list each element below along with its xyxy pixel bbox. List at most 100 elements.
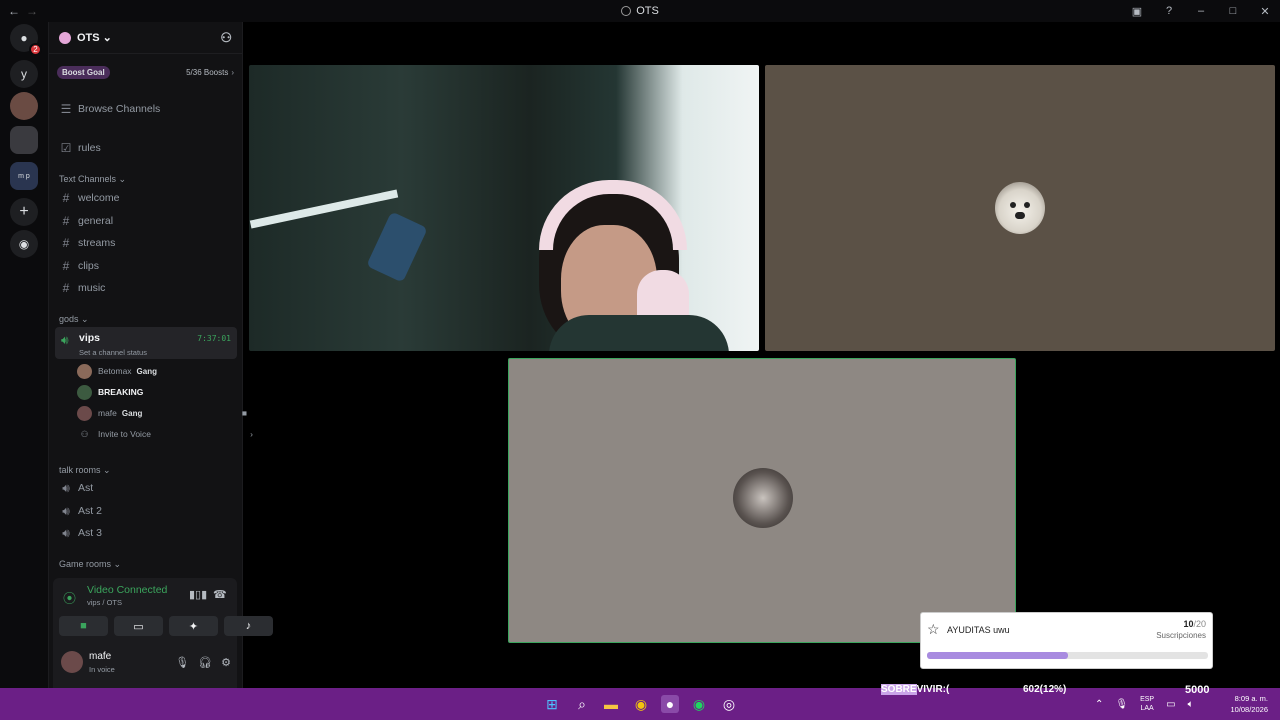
voice-channel-ast-3[interactable]: 🔊︎ Ast 3 [53, 523, 237, 543]
back-arrow-icon[interactable]: ← [8, 4, 20, 18]
video-tile-camera[interactable] [249, 65, 759, 351]
volume-icon[interactable]: 🔈︎ [1188, 699, 1194, 710]
speaker-icon: 🔊︎ [62, 525, 70, 540]
server-avatar-1[interactable] [10, 92, 38, 120]
voice-user-mafe[interactable]: mafe Gang ■ [77, 404, 257, 422]
checkbox-icon: ☑ [60, 141, 72, 155]
voice-connection-panel: ⦿ Video Connected vips / OTS ▮▯▮ ☎ ■ ▭ ✦… [53, 578, 273, 688]
channel-label: Ast 3 [78, 527, 102, 539]
voice-user-breaking[interactable]: BREAKING [77, 383, 143, 401]
camera-button[interactable]: ■ [59, 616, 108, 636]
category-talk-rooms[interactable]: talk rooms ⌄ [59, 465, 111, 476]
browse-label: Browse Channels [78, 103, 161, 115]
server-rail: ● 2 y m p + ◉ [0, 22, 48, 688]
user-avatar [733, 468, 793, 528]
boost-goal[interactable]: Boost Goal 5/36 Boosts › [57, 64, 234, 80]
gear-icon[interactable]: ⚙ [221, 656, 231, 669]
server-y[interactable]: y [10, 60, 38, 88]
chevron-up-icon[interactable]: ⌃ [1095, 699, 1103, 710]
overlay-highlight: SOBRE [881, 684, 917, 695]
voice-channel-ast-2[interactable]: 🔊︎ Ast 2 [53, 501, 237, 521]
language-indicator[interactable]: ESP LAA [1140, 695, 1154, 713]
microphone-icon[interactable]: 🎙︎ [1115, 699, 1128, 710]
windows-taskbar: ⊞ ⌕ ▬ ◉ ● ◉ ◎ [0, 688, 1280, 720]
channel-label: clips [78, 260, 100, 272]
connection-channel[interactable]: vips / OTS [87, 598, 122, 607]
screen-share-button[interactable]: ▭ [114, 616, 163, 636]
chevron-down-icon: ⌄ [99, 32, 112, 44]
windows-start-icon[interactable]: ⊞ [543, 695, 561, 713]
microphone-icon[interactable]: 🎙︎ [175, 656, 189, 669]
avatar [77, 405, 92, 421]
network-icon[interactable]: ▭ [1166, 699, 1175, 710]
channel-rules[interactable]: ☑ rules [53, 138, 237, 158]
server-icon [59, 31, 71, 44]
user-panel: mafe In voice 🎙︎ 🎧︎ ⚙ [53, 642, 237, 686]
video-camera-icon: ■ [241, 408, 247, 418]
headphones-icon[interactable]: 🎧︎ [198, 656, 212, 669]
server-ots[interactable] [10, 126, 38, 154]
activities-button[interactable]: ✦ [169, 616, 218, 636]
voice-channel-name: vips [79, 332, 101, 344]
overlay-rest: VIVIR:( [916, 684, 950, 695]
headphones-band [539, 180, 687, 250]
voice-channel-ast[interactable]: 🔊︎ Ast [53, 478, 237, 498]
voice-timer: 7:37:01 [197, 334, 231, 343]
hash-icon: # [62, 191, 70, 205]
channel-general[interactable]: # general [53, 211, 237, 231]
help-icon[interactable]: ? [1162, 5, 1176, 17]
channel-music[interactable]: # music [53, 278, 237, 298]
goal-progress-fill [927, 652, 1068, 659]
inbox-icon[interactable]: ▣ [1130, 5, 1144, 18]
spotify-icon[interactable]: ◉ [690, 695, 708, 713]
chrome-icon[interactable]: ◉ [632, 695, 650, 713]
maximize-icon[interactable]: □ [1226, 5, 1240, 17]
channel-sidebar: OTS ⌄ ⚇ Boost Goal 5/36 Boosts › ☰ Browse Ch… [48, 22, 273, 688]
discord-home-icon[interactable]: ● 2 [10, 24, 42, 56]
forward-arrow-icon[interactable]: → [26, 4, 38, 18]
invite-to-voice[interactable]: ⚇ Invite to Voice › [77, 425, 257, 443]
voice-channel-vips[interactable]: 🔊︎ vips Set a channel status 7:37:01 [55, 327, 237, 359]
minimize-icon[interactable]: – [1194, 5, 1208, 17]
discord-icon[interactable]: ● [661, 695, 679, 713]
browse-channels[interactable]: ☰ Browse Channels [53, 99, 237, 119]
close-icon[interactable]: ✕ [1258, 5, 1272, 18]
invite-label: Invite to Voice [98, 429, 151, 439]
goal-total: /20 [1193, 619, 1206, 629]
user-status: In voice [89, 665, 115, 674]
title-bar: ← → OTS ▣ ? – □ ✕ [0, 0, 1280, 22]
add-server-icon[interactable]: + [10, 198, 38, 226]
soundboard-button[interactable]: ♪ [224, 616, 273, 636]
server-folder[interactable]: m p [10, 162, 38, 190]
add-user-icon[interactable]: ⚇ [220, 30, 232, 46]
search-icon[interactable]: ⌕ [573, 695, 591, 713]
overlay-vote-label: SOBREVIVIR:( [881, 684, 949, 695]
mic-arm [249, 189, 399, 229]
category-gods[interactable]: gods ⌄ [59, 314, 89, 325]
disconnect-icon[interactable]: ☎ [213, 588, 227, 601]
channel-clips[interactable]: # clips [53, 256, 237, 276]
channel-welcome[interactable]: # welcome [53, 188, 237, 208]
avatar[interactable] [61, 651, 83, 673]
channel-status-prompt[interactable]: Set a channel status [79, 348, 147, 357]
file-explorer-icon[interactable]: ▬ [602, 695, 620, 713]
soundwave-icon[interactable]: ▮▯▮ [189, 588, 207, 601]
discover-icon[interactable]: ◉ [10, 230, 38, 258]
goal-count: 10/20 [1183, 619, 1206, 629]
category-game-rooms[interactable]: Game rooms ⌄ [59, 559, 121, 570]
hash-icon: # [62, 281, 70, 295]
voice-user-name: mafe [98, 408, 117, 418]
voice-user-name: Betomax [98, 366, 132, 376]
taskbar-clock[interactable]: 8:09 a. m. 10/08/2026 [1230, 693, 1268, 715]
activities-icon: ✦ [188, 620, 199, 633]
dog-avatar [995, 182, 1045, 234]
category-text-channels[interactable]: Text Channels ⌄ [59, 174, 126, 185]
obs-icon[interactable]: ◎ [720, 695, 738, 713]
category-label: gods [59, 314, 79, 324]
goal-current: 10 [1183, 619, 1194, 629]
channel-streams[interactable]: # streams [53, 233, 237, 253]
avatar [77, 384, 92, 400]
guild-tag: Gang [121, 408, 143, 418]
voice-user-betomax[interactable]: Betomax Gang [77, 362, 157, 380]
server-header[interactable]: OTS ⌄ ⚇ [49, 22, 242, 54]
